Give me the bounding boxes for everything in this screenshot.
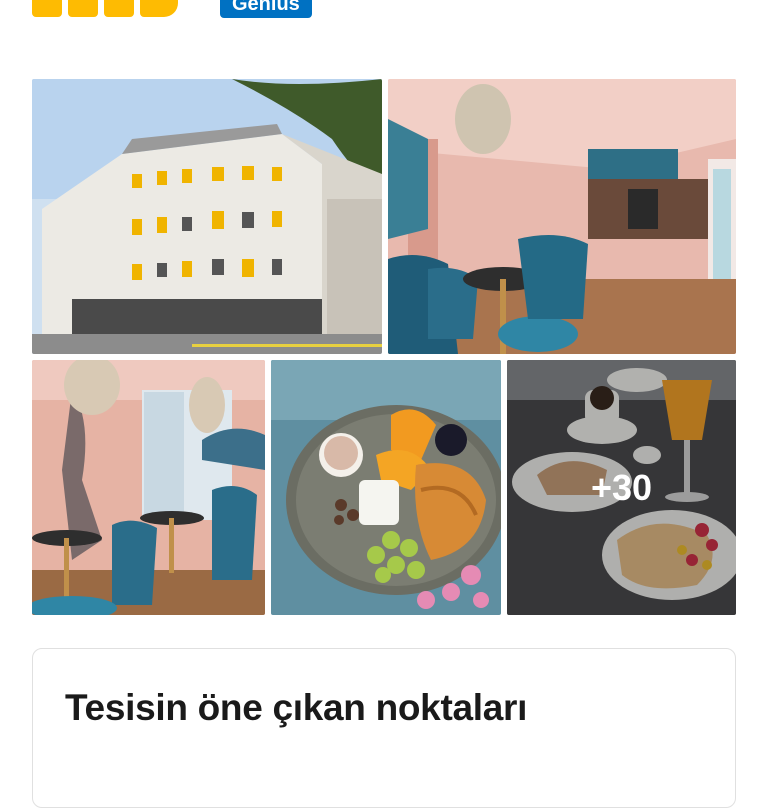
rating-square-icon: [68, 0, 98, 17]
lounge-bar-photo: [388, 79, 736, 354]
hotel-building-photo: [32, 79, 382, 354]
rating-square-icon: [140, 0, 178, 17]
gallery-photo-more[interactable]: +30: [507, 360, 736, 615]
breakfast-plate-photo: [271, 360, 501, 615]
gallery-photo-breakfast-plate[interactable]: [271, 360, 501, 615]
more-photos-count: +30: [590, 466, 653, 508]
rating-squares: [32, 0, 184, 18]
more-photos-overlay[interactable]: +30: [507, 360, 736, 615]
rating-square-icon: [104, 0, 134, 17]
genius-badge: Genius: [220, 0, 312, 18]
gallery-photo-building[interactable]: [32, 79, 382, 354]
highlights-title: Tesisin öne çıkan noktaları: [65, 687, 528, 728]
rating-square-icon: [32, 0, 62, 17]
gallery-photo-lounge-seating[interactable]: [32, 360, 265, 615]
highlights-card: Tesisin öne çıkan noktaları: [32, 648, 736, 808]
genius-badge-label: Genius: [232, 0, 300, 15]
lounge-seating-photo: [32, 360, 265, 615]
gallery-photo-lounge-bar[interactable]: [388, 79, 736, 354]
